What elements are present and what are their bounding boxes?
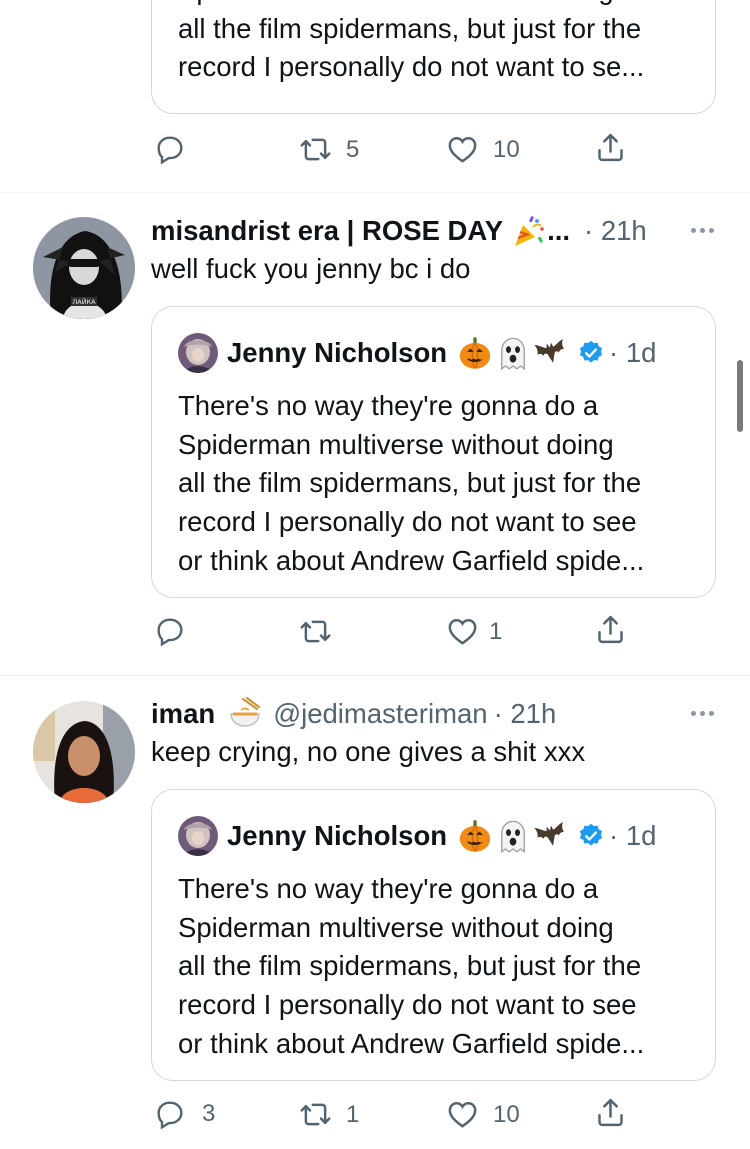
quoted-tweet-line: Spiderman multiverse without doing [178, 0, 695, 10]
avatar[interactable]: ЛАЙКА [33, 217, 135, 319]
reply-count: 3 [202, 1100, 216, 1127]
quoted-tweet-time: · 1d [609, 820, 657, 851]
avatar-image [33, 701, 135, 803]
quoted-tweet-line: all the film spidermans, but just for th… [178, 950, 642, 982]
quoted-tweet-line: all the film spidermans, but just for th… [178, 12, 642, 44]
tweet-header: iman @jedimasteriman · 21h [151, 695, 556, 733]
quoted-tweet-line: record I personally do not want to see [178, 506, 637, 538]
jack-o-lantern-icon [457, 335, 493, 371]
retweet-button[interactable]: 1 [299, 1098, 359, 1131]
heart-icon [446, 615, 479, 648]
quoted-tweet-card[interactable]: Jenny Nicholson · 1d There's no way they… [151, 789, 716, 1081]
like-count: 10 [493, 1100, 520, 1128]
quoted-display-name: Jenny Nicholson [227, 337, 448, 368]
jack-o-lantern-icon [457, 818, 493, 854]
quoted-tweet-text: There's no way they're gonna do a Spider… [178, 870, 695, 1063]
avatar-image [178, 816, 218, 856]
scrollbar[interactable] [737, 360, 743, 432]
quoted-tweet-card[interactable]: Jenny Nicholson · 1d There's no way they… [151, 306, 716, 598]
verified-badge-icon [577, 822, 605, 850]
heart-icon [446, 133, 479, 166]
reply-button[interactable] [154, 133, 186, 165]
like-button[interactable]: 10 [446, 133, 520, 166]
retweet-count: 1 [346, 1100, 360, 1128]
quoted-tweet-line: There's no way they're gonna do a [178, 873, 599, 904]
tweet-time[interactable]: · 21h [494, 698, 557, 730]
name-ellipsis: ... [547, 215, 571, 246]
reply-icon [154, 1098, 186, 1130]
reply-icon [154, 133, 186, 165]
divider [0, 675, 750, 676]
quoted-tweet-line: record I personally do not want to se... [178, 51, 645, 83]
retweet-button[interactable]: 5 [299, 133, 359, 166]
retweet-icon [299, 1098, 332, 1131]
more-options-icon[interactable] [691, 711, 714, 716]
quoted-tweet-line: record I personally do not want to see [178, 989, 637, 1021]
quoted-tweet-line: Spiderman multiverse without doing [178, 428, 614, 460]
bowl-with-chopsticks-icon [227, 696, 263, 732]
like-button[interactable]: 10 [446, 1098, 520, 1131]
quoted-display-name: Jenny Nicholson [227, 820, 448, 851]
share-icon [594, 131, 627, 164]
quoted-tweet-time: · 1d [609, 337, 657, 368]
share-icon [594, 613, 627, 646]
retweet-button[interactable] [299, 615, 332, 648]
user-handle[interactable]: @jedimasteriman [273, 698, 487, 730]
quoted-tweet-line: Spiderman multiverse without doing [178, 911, 614, 943]
like-button[interactable]: 1 [446, 615, 502, 648]
quoted-tweet-text: There's no way they're gonna do a Spider… [178, 387, 695, 580]
retweet-icon [299, 615, 332, 648]
share-button[interactable] [594, 131, 627, 164]
divider [0, 192, 750, 193]
quoted-tweet-line: or think about Andrew Garfield spide... [178, 544, 645, 576]
avatar-image: ЛАЙКА [33, 217, 135, 319]
name-emojis [457, 818, 571, 854]
more-options-icon[interactable] [691, 228, 714, 233]
retweet-count: 5 [346, 135, 360, 163]
share-icon [594, 1096, 627, 1129]
bat-icon [533, 335, 569, 371]
retweet-icon [299, 133, 332, 166]
avatar-image [178, 333, 218, 373]
share-button[interactable] [594, 1096, 627, 1129]
tweet-text: keep crying, no one gives a shit xxx [151, 736, 586, 767]
quoted-tweet-line: or think about Andrew Garfield spide... [178, 1027, 645, 1059]
quoted-tweet-header: Jenny Nicholson · 1d [178, 333, 656, 373]
name-emojis [457, 335, 571, 371]
tweet-text: well fuck you jenny bc i do [151, 253, 471, 284]
avatar [178, 333, 218, 373]
display-name[interactable]: iman [151, 698, 215, 730]
party-popper-icon [511, 213, 547, 249]
display-name[interactable]: misandrist era | ROSE DAY [151, 215, 503, 247]
avatar[interactable] [33, 701, 135, 803]
ghost-icon [495, 818, 531, 854]
ghost-icon [495, 335, 531, 371]
share-button[interactable] [594, 613, 627, 646]
like-count: 10 [493, 135, 520, 163]
quoted-tweet-text: Spiderman multiverse without doing all t… [178, 0, 695, 87]
tweet-header: misandrist era | ROSE DAY ... · 21h [151, 212, 647, 250]
reply-icon [154, 615, 186, 647]
verified-badge-icon [577, 339, 605, 367]
quoted-tweet-card[interactable]: Spiderman multiverse without doing all t… [151, 0, 716, 114]
quoted-tweet-header: Jenny Nicholson · 1d [178, 816, 656, 856]
svg-text:ЛАЙКА: ЛАЙКА [72, 297, 96, 306]
quoted-tweet-line: all the film spidermans, but just for th… [178, 467, 642, 499]
avatar [178, 816, 218, 856]
tweet-time[interactable]: · 21h [584, 215, 647, 247]
bat-icon [533, 818, 569, 854]
like-count: 1 [489, 617, 503, 645]
heart-icon [446, 1098, 479, 1131]
reply-button[interactable] [154, 615, 186, 647]
quoted-tweet-line: There's no way they're gonna do a [178, 390, 599, 421]
reply-button[interactable]: 3 [154, 1098, 215, 1130]
